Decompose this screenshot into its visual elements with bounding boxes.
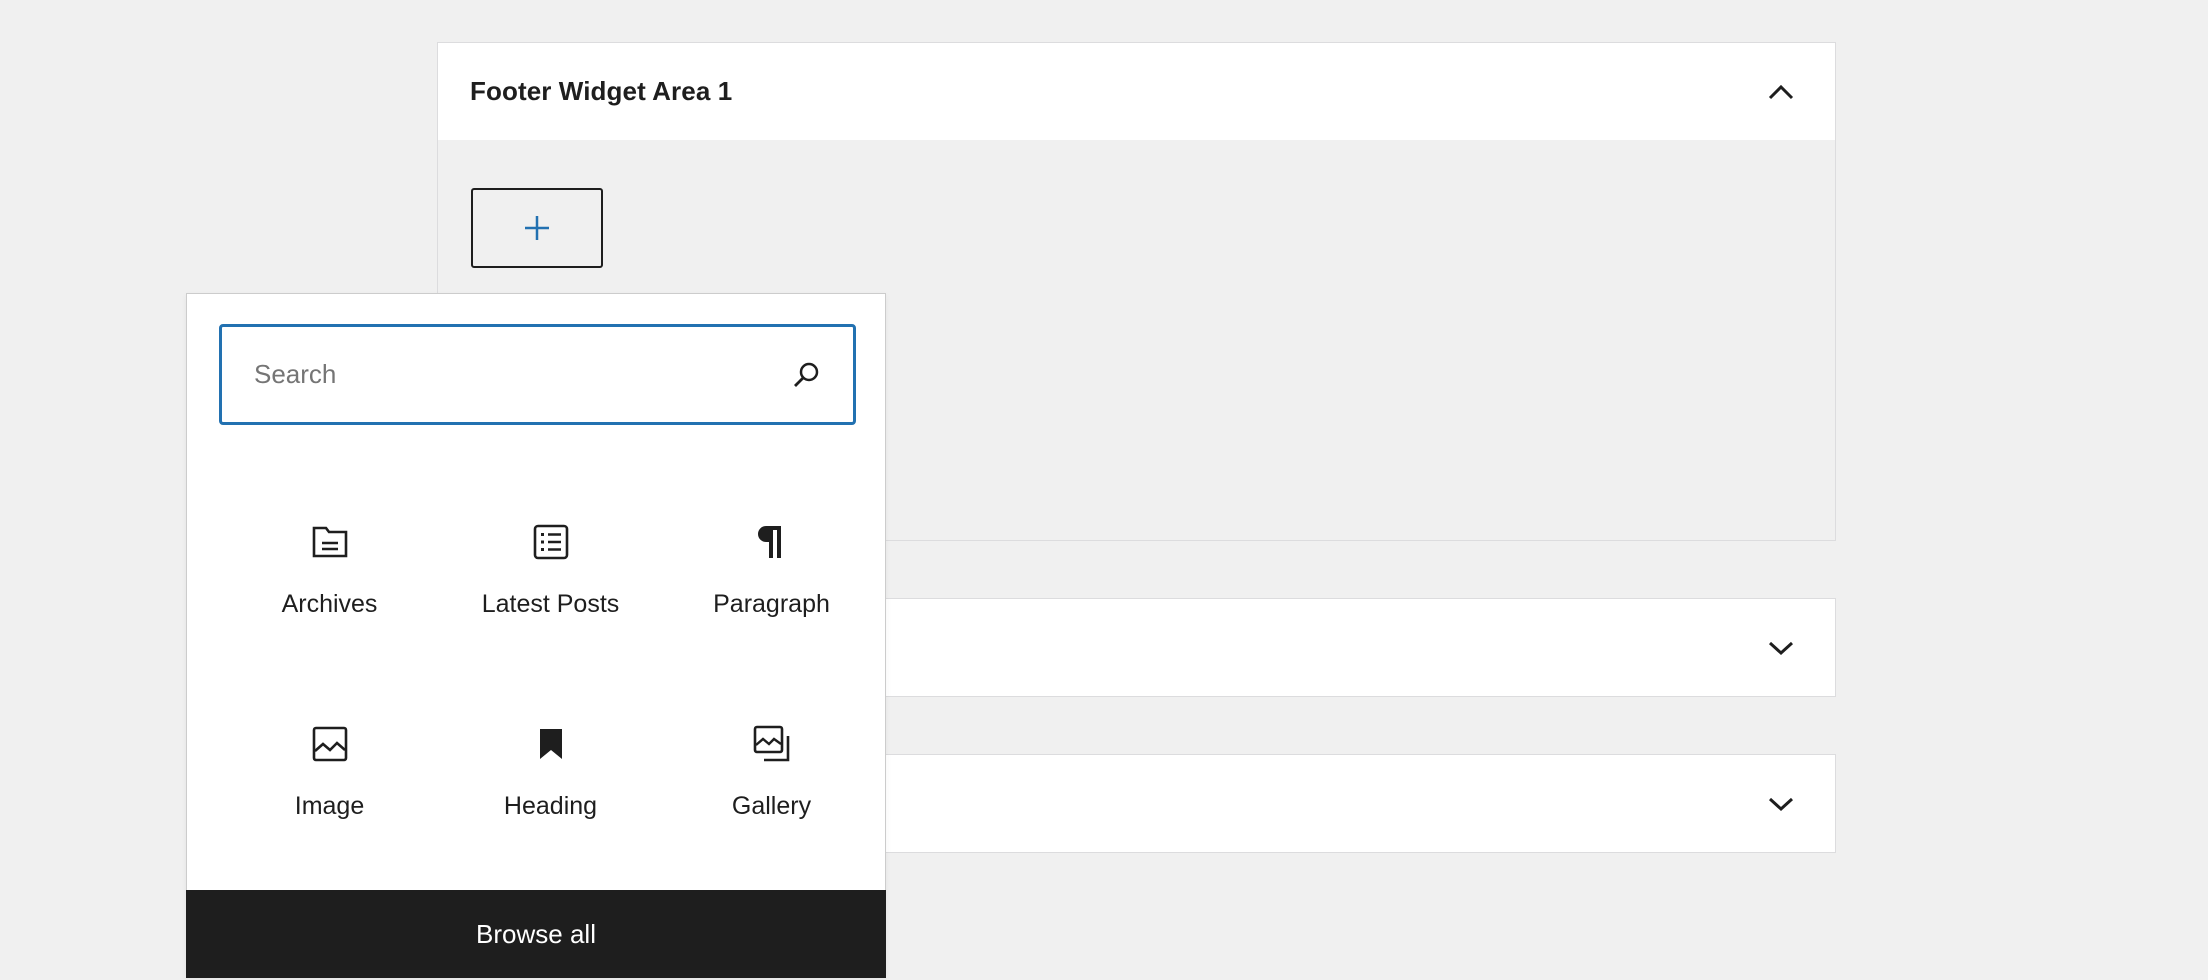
post-list-icon (527, 518, 575, 566)
chevron-down-icon (1768, 797, 1794, 811)
archive-icon (306, 518, 354, 566)
widget-area-header[interactable]: Footer Widget Area 1 (438, 43, 1835, 140)
block-image[interactable]: Image (219, 696, 440, 898)
search-box[interactable] (219, 324, 856, 425)
image-icon (306, 720, 354, 768)
block-label: Latest Posts (481, 590, 620, 618)
block-label: Paragraph (713, 590, 830, 618)
widgets-editor: Footer Widget Area 1 Search Archives Lat… (0, 0, 2208, 980)
block-list: Archives Latest Posts Paragraph Image He… (219, 494, 883, 898)
gallery-icon (748, 720, 796, 768)
block-heading[interactable]: Heading (440, 696, 661, 898)
block-label: Archives (281, 590, 378, 618)
plus-icon (525, 216, 549, 240)
search-icon (789, 358, 823, 392)
browse-all-button[interactable]: Browse all (186, 890, 886, 978)
block-latest-posts[interactable]: Latest Posts (440, 494, 661, 696)
add-block-button[interactable] (471, 188, 603, 268)
widget-area-title: Footer Widget Area 1 (470, 76, 733, 106)
block-archives[interactable]: Archives (219, 494, 440, 696)
block-inserter-popover: Archives Latest Posts (186, 293, 886, 978)
block-paragraph[interactable]: Paragraph (661, 494, 882, 696)
search-input[interactable] (254, 359, 789, 390)
expand-toggle[interactable] (1759, 626, 1803, 670)
block-gallery[interactable]: Gallery (661, 696, 882, 898)
bookmark-icon (527, 720, 575, 768)
block-label: Heading (503, 792, 598, 820)
block-label: Image (294, 792, 365, 820)
expand-toggle[interactable] (1759, 782, 1803, 826)
chevron-down-icon (1768, 641, 1794, 655)
paragraph-icon (748, 518, 796, 566)
chevron-up-icon (1768, 84, 1794, 99)
collapse-toggle[interactable] (1759, 70, 1803, 114)
block-label: Gallery (731, 792, 812, 820)
